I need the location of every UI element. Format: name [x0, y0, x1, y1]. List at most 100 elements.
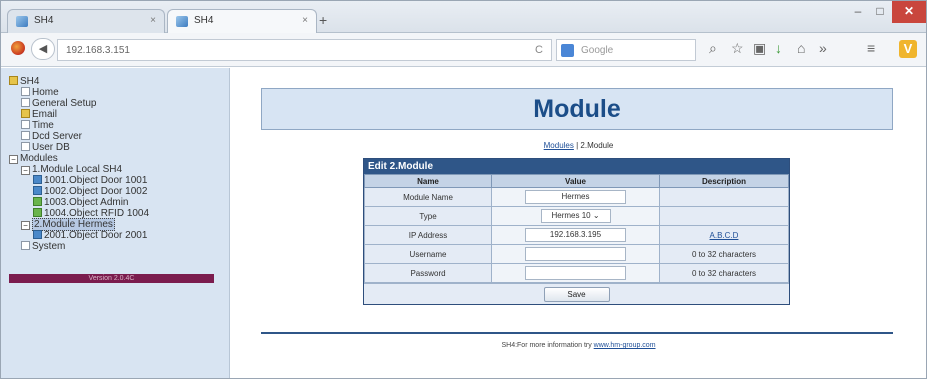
- reload-icon[interactable]: C: [535, 44, 543, 56]
- tree-item[interactable]: 2001.Object Door 2001: [9, 230, 229, 241]
- row-description: [659, 206, 789, 226]
- main-panel: Module Modules | 2.Module Edit 2.Module …: [231, 68, 926, 378]
- save-row: Save: [364, 283, 789, 304]
- close-window-button[interactable]: ✕: [892, 1, 926, 23]
- collapse-icon[interactable]: −: [9, 155, 18, 164]
- ip-format-link[interactable]: A.B.C.D: [710, 231, 739, 240]
- page-icon: [21, 98, 30, 107]
- folder-icon: [21, 109, 30, 118]
- tree-item-label: SH4: [20, 76, 40, 87]
- download-icon[interactable]: ↓: [775, 40, 782, 56]
- type-select[interactable]: Hermes 10 ⌄: [540, 209, 611, 223]
- save-button[interactable]: Save: [543, 287, 610, 302]
- tree-item[interactable]: 1002.Object Door 1002: [9, 186, 229, 197]
- footer-link[interactable]: www.hm-group.com: [594, 342, 656, 349]
- address-bar[interactable]: 192.168.3.151 C: [57, 39, 552, 61]
- breadcrumb: Modules | 2.Module: [231, 141, 926, 150]
- new-tab-button[interactable]: +: [319, 12, 327, 28]
- extension-icon[interactable]: V: [899, 40, 917, 58]
- search-input[interactable]: Google: [556, 39, 696, 61]
- row-value-cell: [491, 244, 660, 264]
- username-input[interactable]: [525, 247, 626, 261]
- tree-item[interactable]: General Setup: [9, 98, 229, 109]
- tree-item[interactable]: 1001.Object Door 1001: [9, 175, 229, 186]
- row-description: [659, 187, 789, 207]
- page-icon: [21, 142, 30, 151]
- tree-item[interactable]: − Modules: [9, 153, 229, 164]
- page-title: Module: [533, 95, 621, 123]
- breadcrumb-current: 2.Module: [580, 141, 614, 150]
- tree-item[interactable]: SH4: [9, 76, 229, 87]
- ip-address-input[interactable]: 192.168.3.195: [525, 228, 626, 242]
- column-header-description: Description: [659, 174, 789, 188]
- tree-item[interactable]: −2.Module Hermes: [9, 218, 229, 231]
- collapse-icon[interactable]: −: [21, 221, 30, 230]
- column-header-value: Value: [491, 174, 660, 188]
- tree-item-label: 1001.Object Door 1001: [44, 175, 148, 186]
- tab-label: SH4: [34, 15, 54, 26]
- search-icon[interactable]: ⌕: [709, 40, 717, 57]
- breadcrumb-link-modules[interactable]: Modules: [544, 141, 574, 150]
- row-value-cell: 192.168.3.195: [491, 225, 660, 245]
- tree-item[interactable]: Time: [9, 120, 229, 131]
- navigation-bar: ◀ 192.168.3.151 C Google ⌕ ☆ ▣ ↓ ⌂ » ≡ V: [1, 33, 926, 67]
- maximize-button[interactable]: □: [869, 1, 891, 23]
- overflow-icon[interactable]: »: [819, 40, 827, 56]
- row-name: Type: [364, 206, 492, 226]
- minimize-button[interactable]: –: [847, 1, 869, 23]
- bookmark-star-icon[interactable]: ☆: [731, 40, 744, 57]
- tree-item-label: 1003.Object Admin: [44, 197, 129, 208]
- password-input[interactable]: [525, 266, 626, 280]
- tree-item[interactable]: Email: [9, 109, 229, 120]
- search-engine-icon[interactable]: [561, 44, 574, 57]
- module-name-input[interactable]: Hermes: [525, 190, 626, 204]
- page-icon: [21, 131, 30, 140]
- column-header-name: Name: [364, 174, 492, 188]
- table-row: Module Name Hermes: [364, 187, 789, 207]
- tree-item-label: Email: [32, 109, 58, 120]
- page-icon: [21, 241, 30, 250]
- row-name: Password: [364, 263, 492, 283]
- tree-item-label: Home: [32, 87, 59, 98]
- tab-2[interactable]: SH4 ×: [167, 9, 317, 33]
- divider: [261, 332, 893, 334]
- type-select-value: Hermes 10: [551, 211, 591, 220]
- tree-item[interactable]: −1.Module Local SH4: [9, 164, 229, 175]
- tree-item-label: General Setup: [32, 98, 97, 109]
- home-icon[interactable]: ⌂: [797, 40, 805, 56]
- table-row: Username 0 to 32 characters: [364, 244, 789, 264]
- tree-item[interactable]: Dcd Server: [9, 131, 229, 142]
- tree-item-label: 2001.Object Door 2001: [44, 230, 148, 241]
- menu-icon[interactable]: ≡: [867, 40, 875, 56]
- tree-item-label: User DB: [32, 142, 70, 153]
- sidebar: SH4 Home General Setup Email Time Dcd Server U…: [1, 68, 230, 378]
- form-header: Edit 2.Module: [364, 159, 789, 174]
- close-tab-icon[interactable]: ×: [302, 15, 308, 26]
- navigation-tree: SH4 Home General Setup Email Time Dcd Server U…: [9, 76, 229, 252]
- close-tab-icon[interactable]: ×: [150, 15, 156, 26]
- tree-item[interactable]: 1003.Object Admin: [9, 197, 229, 208]
- collapse-icon[interactable]: −: [21, 166, 30, 175]
- url-text: 192.168.3.151: [66, 45, 130, 56]
- row-name: Module Name: [364, 187, 492, 207]
- door-icon: [33, 186, 42, 195]
- tree-item[interactable]: User DB: [9, 142, 229, 153]
- door-icon: [33, 175, 42, 184]
- favicon-icon: [176, 16, 188, 27]
- door-icon: [33, 230, 42, 239]
- tree-item-label: Modules: [20, 153, 58, 164]
- tree-item[interactable]: System: [9, 241, 229, 252]
- row-description: 0 to 32 characters: [659, 263, 789, 283]
- back-button[interactable]: ◀: [31, 38, 55, 60]
- tree-item-label: 1002.Object Door 1002: [44, 186, 148, 197]
- reading-list-icon[interactable]: ▣: [753, 40, 766, 57]
- table-header-row: Name Value Description: [364, 174, 789, 188]
- tab-1[interactable]: SH4 ×: [7, 9, 165, 33]
- form-table: Name Value Description Module Name Herme…: [364, 174, 789, 283]
- admin-icon: [33, 208, 42, 217]
- row-value-cell: Hermes: [491, 187, 660, 207]
- browser-window: SH4 × SH4 × + – □ ✕ ◀ 192.168.3.151 C Go…: [0, 0, 927, 379]
- table-row: Password 0 to 32 characters: [364, 263, 789, 283]
- folder-icon: [9, 76, 18, 85]
- tree-item[interactable]: Home: [9, 87, 229, 98]
